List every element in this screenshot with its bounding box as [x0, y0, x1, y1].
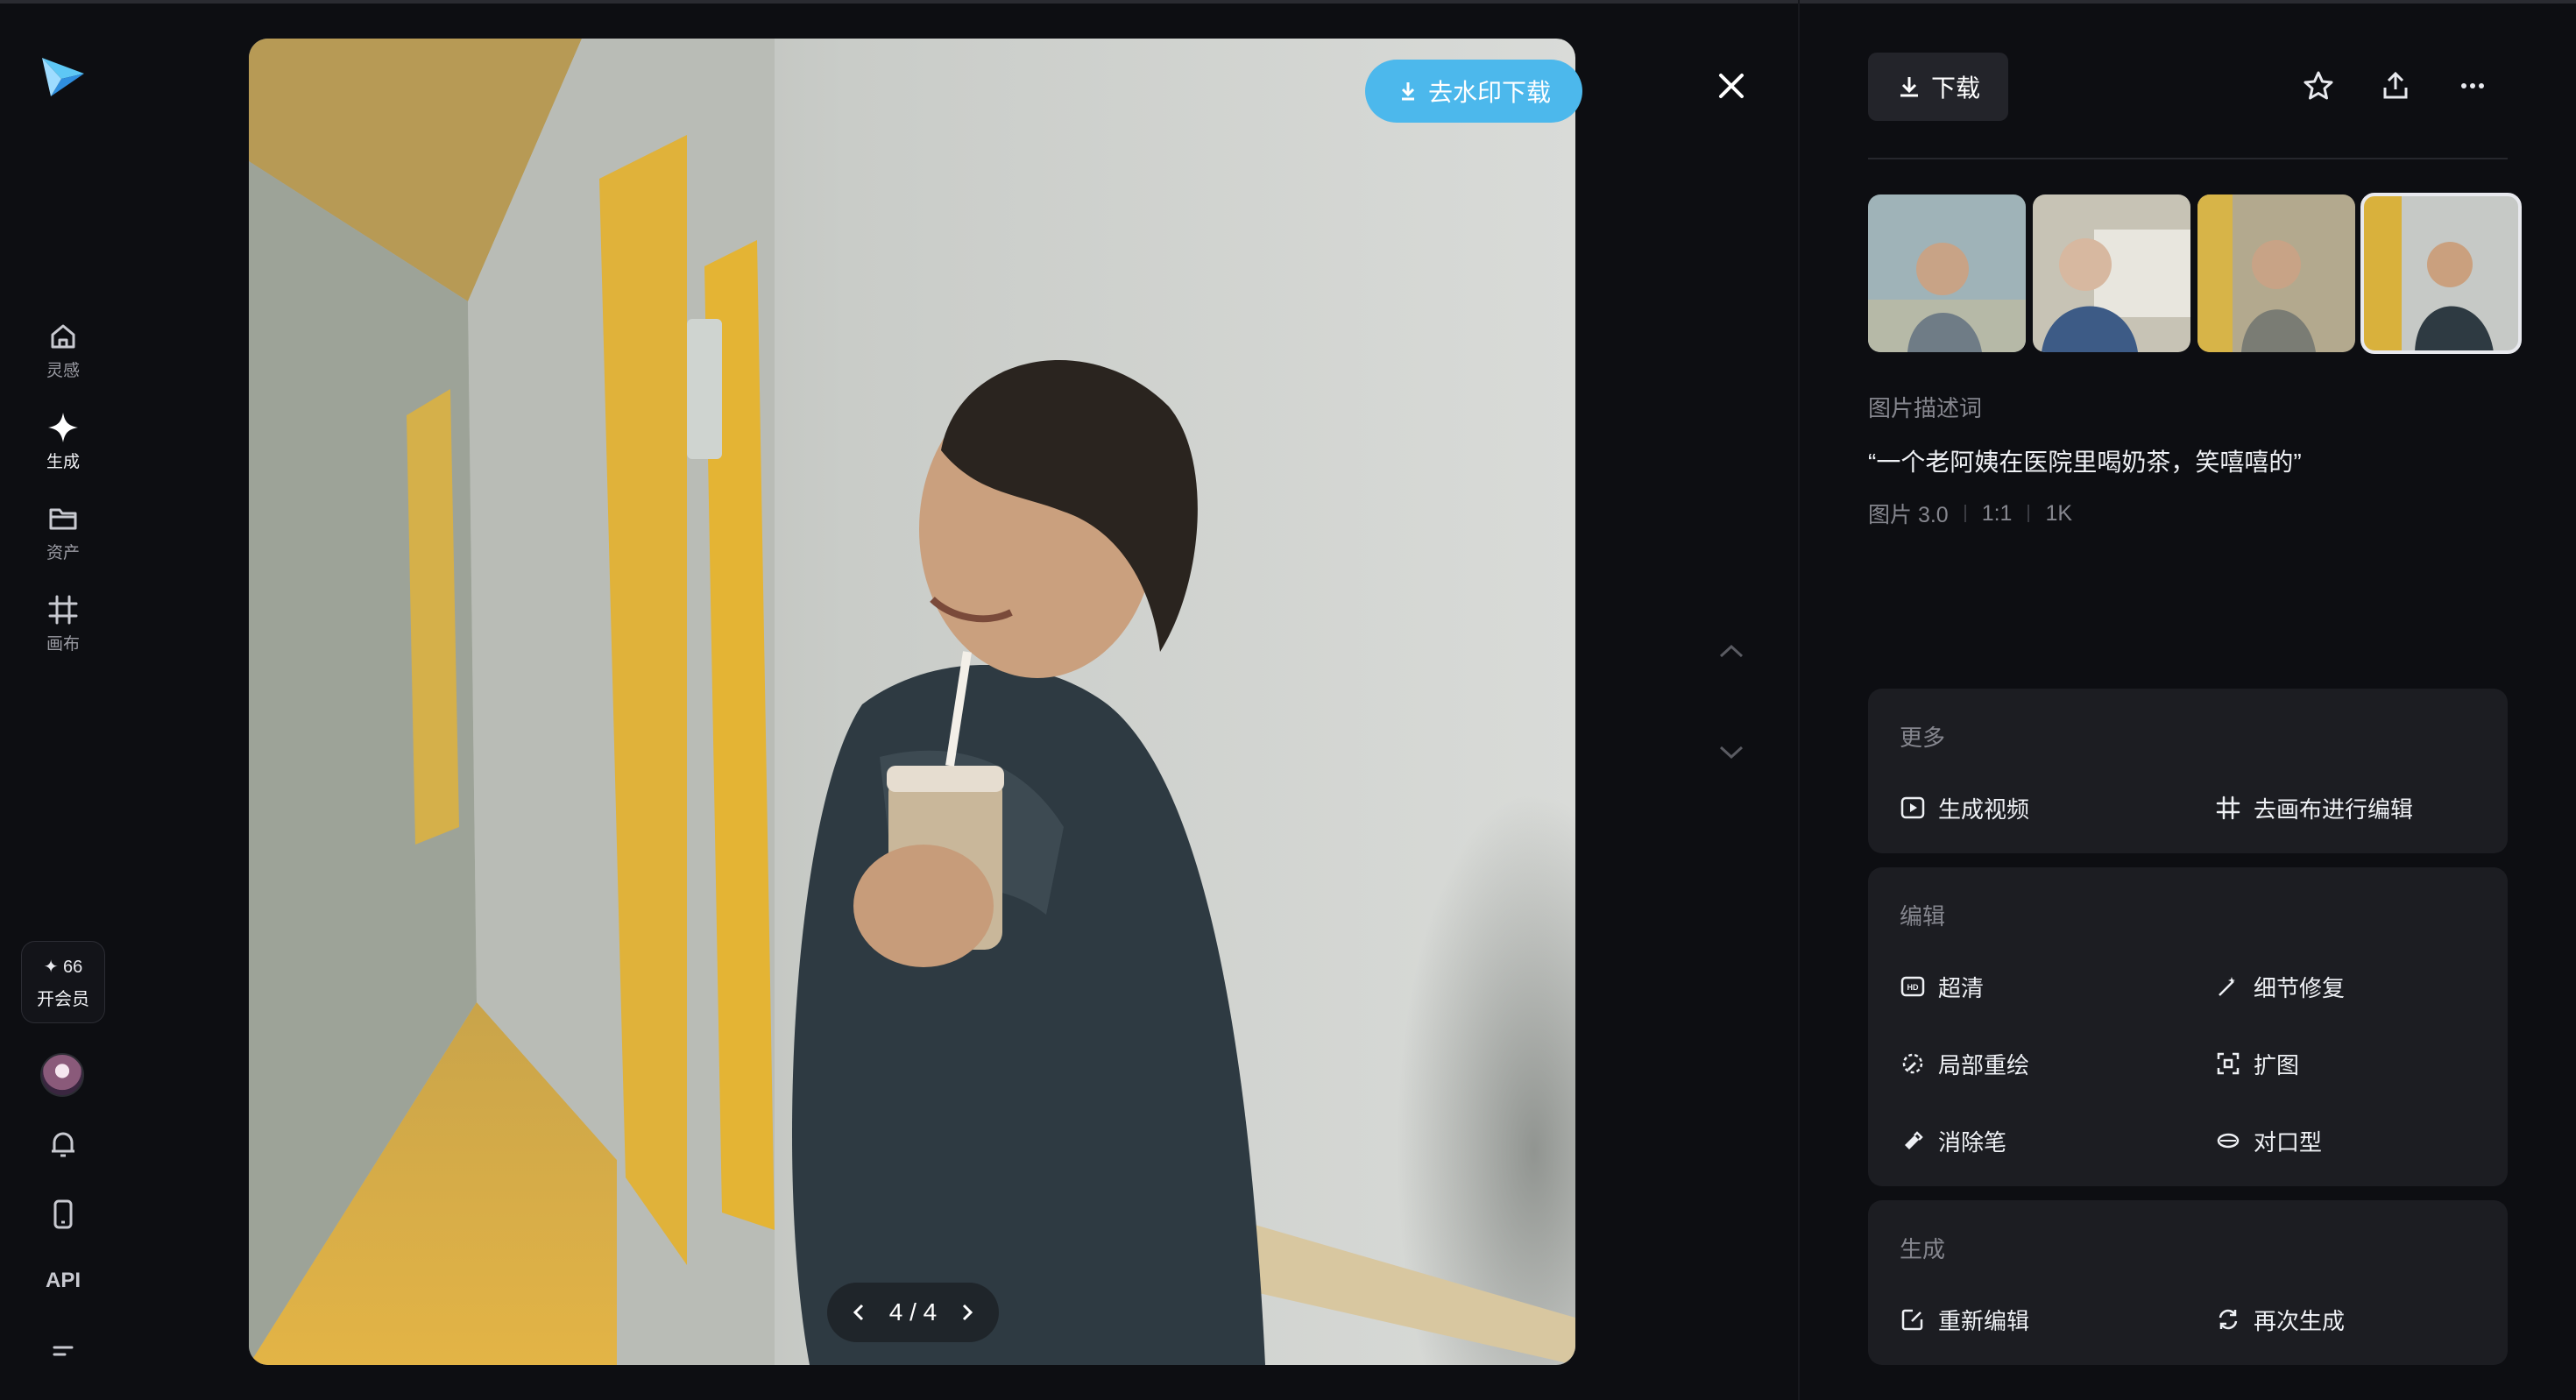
- re-edit-icon: [1901, 1309, 1923, 1331]
- action-label: 去画布进行编辑: [2254, 795, 2414, 823]
- aspect-ratio: 1:1: [1981, 500, 2013, 526]
- nav-item-label: 画布: [46, 635, 80, 654]
- image-meta: 图片 3.0 1:1 1K: [1868, 498, 2072, 529]
- resolution: 1K: [2045, 500, 2073, 526]
- thumbnail-3[interactable]: [2197, 194, 2355, 352]
- nav-item-canvas[interactable]: 画布: [19, 592, 107, 671]
- main-image[interactable]: [249, 39, 1575, 1365]
- membership-button[interactable]: ✦ 66 开会员: [21, 941, 105, 1023]
- more-icon[interactable]: [2455, 68, 2490, 103]
- nav-item-generate[interactable]: 生成: [19, 410, 107, 489]
- share-icon[interactable]: [2378, 68, 2413, 103]
- panel-divider-line: [1868, 158, 2508, 159]
- regenerate-button[interactable]: 再次生成: [2215, 1300, 2345, 1339]
- section-title: 编辑: [1900, 903, 1946, 930]
- api-link[interactable]: API: [39, 1269, 88, 1293]
- nav-item-label: 资产: [46, 544, 80, 562]
- regenerate-icon: [2219, 1309, 2238, 1330]
- mobile-icon[interactable]: [46, 1197, 81, 1232]
- image-pager: 4 / 4: [827, 1283, 999, 1342]
- action-label: 超清: [1938, 974, 1985, 1001]
- left-sidebar: 灵感 生成 资产 画布 ✦ 66 开会员 API: [0, 4, 126, 1400]
- eraser-button[interactable]: 消除笔: [1900, 1121, 2006, 1160]
- menu-icon[interactable]: [46, 1335, 81, 1370]
- action-label: 消除笔: [1938, 1128, 2007, 1156]
- action-label: 局部重绘: [1938, 1051, 2030, 1078]
- canvas-icon: [48, 595, 78, 625]
- watermark-free-download-label: 去水印下载: [1427, 79, 1551, 106]
- re-edit-button[interactable]: 重新编辑: [1900, 1300, 2029, 1339]
- chevron-left-icon[interactable]: [846, 1298, 874, 1326]
- nav-item-inspiration[interactable]: 灵感: [19, 319, 107, 398]
- expand-icon: [2217, 1052, 2240, 1075]
- close-icon[interactable]: [1712, 67, 1751, 105]
- membership-label: 开会员: [37, 990, 89, 1009]
- description-label: 图片描述词: [1868, 395, 1983, 421]
- action-label: 扩图: [2254, 1051, 2300, 1078]
- folder-icon: [49, 508, 77, 530]
- nav-item-label: 灵感: [46, 362, 80, 380]
- partial-repaint-button[interactable]: 局部重绘: [1900, 1044, 2029, 1083]
- app-logo-icon[interactable]: [39, 53, 88, 102]
- action-label: 细节修复: [2254, 974, 2346, 1001]
- generated-photo: [249, 39, 1575, 1365]
- points-count: ✦ 66: [43, 958, 83, 977]
- action-label: 重新编辑: [1938, 1307, 2030, 1334]
- meta-separator: [1964, 505, 1966, 522]
- bell-icon[interactable]: [46, 1127, 81, 1162]
- generate-video-button[interactable]: 生成视频: [1900, 788, 2029, 827]
- sparkle-icon: [48, 413, 78, 442]
- avatar[interactable]: [40, 1053, 84, 1097]
- edit-on-canvas-button[interactable]: 去画布进行编辑: [2215, 788, 2413, 827]
- page-indicator: 4 / 4: [888, 1298, 938, 1326]
- upscale-hd-button[interactable]: HD 超清: [1900, 967, 1984, 1006]
- watermark-free-download-button[interactable]: 去水印下载: [1365, 60, 1582, 123]
- action-label: 生成视频: [1938, 795, 2030, 823]
- star-icon[interactable]: [2301, 68, 2336, 103]
- download-icon: [1401, 82, 1415, 101]
- lip-sync-button[interactable]: 对口型: [2215, 1121, 2322, 1160]
- partial-repaint-icon: [1902, 1053, 1923, 1074]
- home-icon: [51, 324, 75, 349]
- edit-section: 编辑 HD 超清 细节修复 局部重绘 扩图 消除笔 对口型: [1868, 867, 2508, 1186]
- thumbnail-4-selected[interactable]: [2360, 193, 2522, 354]
- nav-item-label: 生成: [46, 453, 80, 471]
- hd-icon: HD: [1900, 976, 1925, 997]
- magic-wand-icon: [2219, 977, 2235, 996]
- generate-section: 生成 重新编辑 再次生成: [1868, 1200, 2508, 1365]
- download-button[interactable]: 下载: [1868, 53, 2008, 121]
- action-label: 对口型: [2254, 1128, 2323, 1156]
- meta-separator: [2028, 505, 2030, 522]
- action-label: 再次生成: [2254, 1307, 2346, 1334]
- thumbnail-1[interactable]: [1868, 194, 2026, 352]
- section-title: 更多: [1900, 725, 1946, 751]
- detail-repair-button[interactable]: 细节修复: [2215, 967, 2345, 1006]
- top-border: [0, 0, 2576, 4]
- chevron-right-icon[interactable]: [952, 1298, 980, 1326]
- nav-item-assets[interactable]: 资产: [19, 501, 107, 580]
- canvas-icon: [2216, 795, 2240, 820]
- model-version: 图片 3.0: [1868, 503, 1949, 527]
- play-video-icon: [1900, 796, 1925, 819]
- panel-divider: [1798, 0, 1800, 1400]
- eraser-icon: [1905, 1131, 1923, 1149]
- chevron-down-icon[interactable]: [1714, 734, 1749, 769]
- prompt-text: “一个老阿姨在医院里喝奶茶，笑嘻嘻的”: [1868, 449, 2302, 476]
- thumbnail-2[interactable]: [2033, 194, 2190, 352]
- download-label: 下载: [1930, 74, 1980, 102]
- svg-text:HD: HD: [1907, 983, 1919, 992]
- expand-image-button[interactable]: 扩图: [2215, 1044, 2299, 1083]
- section-title: 生成: [1900, 1236, 1946, 1262]
- download-icon: [1900, 77, 1918, 97]
- lip-sync-icon: [2217, 1133, 2240, 1149]
- chevron-up-icon[interactable]: [1714, 634, 1749, 669]
- more-section: 更多 生成视频 去画布进行编辑: [1868, 689, 2508, 853]
